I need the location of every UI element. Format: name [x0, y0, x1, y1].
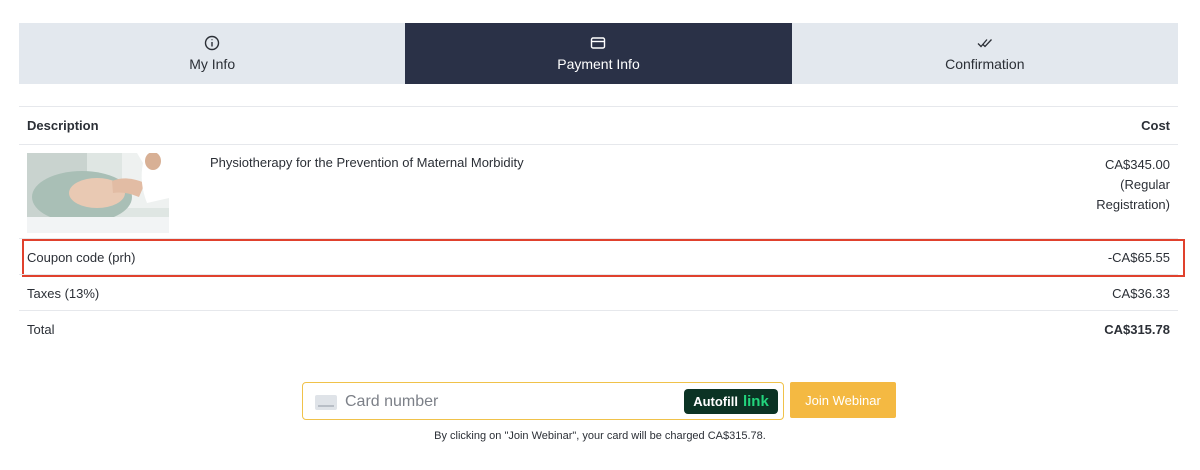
payment-form: Autofill link Join Webinar — [302, 382, 896, 420]
coupon-row: Coupon code (prh) -CA$65.55 — [19, 238, 1185, 277]
taxes-value: CA$36.33 — [1112, 286, 1170, 301]
highlight-box — [22, 239, 1185, 277]
order-summary-table: Description Cost Physiotherapy for the P… — [19, 106, 1185, 346]
link-logo: link — [742, 393, 769, 410]
cost-header: Cost — [1141, 118, 1170, 133]
item-cost: CA$345.00 (Regular Registration) — [1096, 155, 1170, 215]
step-payment-info[interactable]: Payment Info — [405, 23, 792, 84]
total-value: CA$315.78 — [1104, 322, 1170, 337]
step-my-info[interactable]: My Info — [19, 23, 406, 84]
checkout-steps: My Info Payment Info Confirmation — [19, 23, 1178, 84]
step-label: Confirmation — [945, 56, 1025, 72]
info-icon — [203, 34, 221, 52]
table-row: Physiotherapy for the Prevention of Mate… — [19, 144, 1178, 238]
join-webinar-button[interactable]: Join Webinar — [790, 382, 896, 418]
step-label: Payment Info — [557, 56, 640, 72]
credit-card-icon — [589, 34, 607, 52]
step-label: My Info — [189, 56, 236, 72]
total-row: Total CA$315.78 — [19, 310, 1178, 346]
registration-type: (Regular — [1120, 177, 1170, 192]
item-description: Physiotherapy for the Prevention of Mate… — [210, 155, 524, 170]
total-label: Total — [27, 322, 55, 337]
autofill-link-button[interactable]: Autofill link — [684, 389, 778, 414]
taxes-row: Taxes (13%) CA$36.33 — [19, 274, 1178, 310]
card-brand-icon — [315, 395, 337, 410]
double-check-icon — [976, 34, 994, 52]
description-header: Description — [27, 118, 99, 133]
step-confirmation[interactable]: Confirmation — [791, 23, 1178, 84]
autofill-label: Autofill — [693, 394, 738, 409]
product-image — [27, 153, 169, 233]
item-price: CA$345.00 — [1104, 157, 1170, 172]
card-number-field[interactable]: Autofill link — [302, 382, 784, 420]
taxes-label: Taxes (13%) — [27, 286, 100, 301]
card-number-input[interactable] — [345, 388, 675, 416]
charge-notice: By clicking on "Join Webinar", your card… — [434, 430, 766, 442]
table-header: Description Cost — [19, 106, 1178, 144]
registration-type: Registration) — [1096, 197, 1170, 212]
